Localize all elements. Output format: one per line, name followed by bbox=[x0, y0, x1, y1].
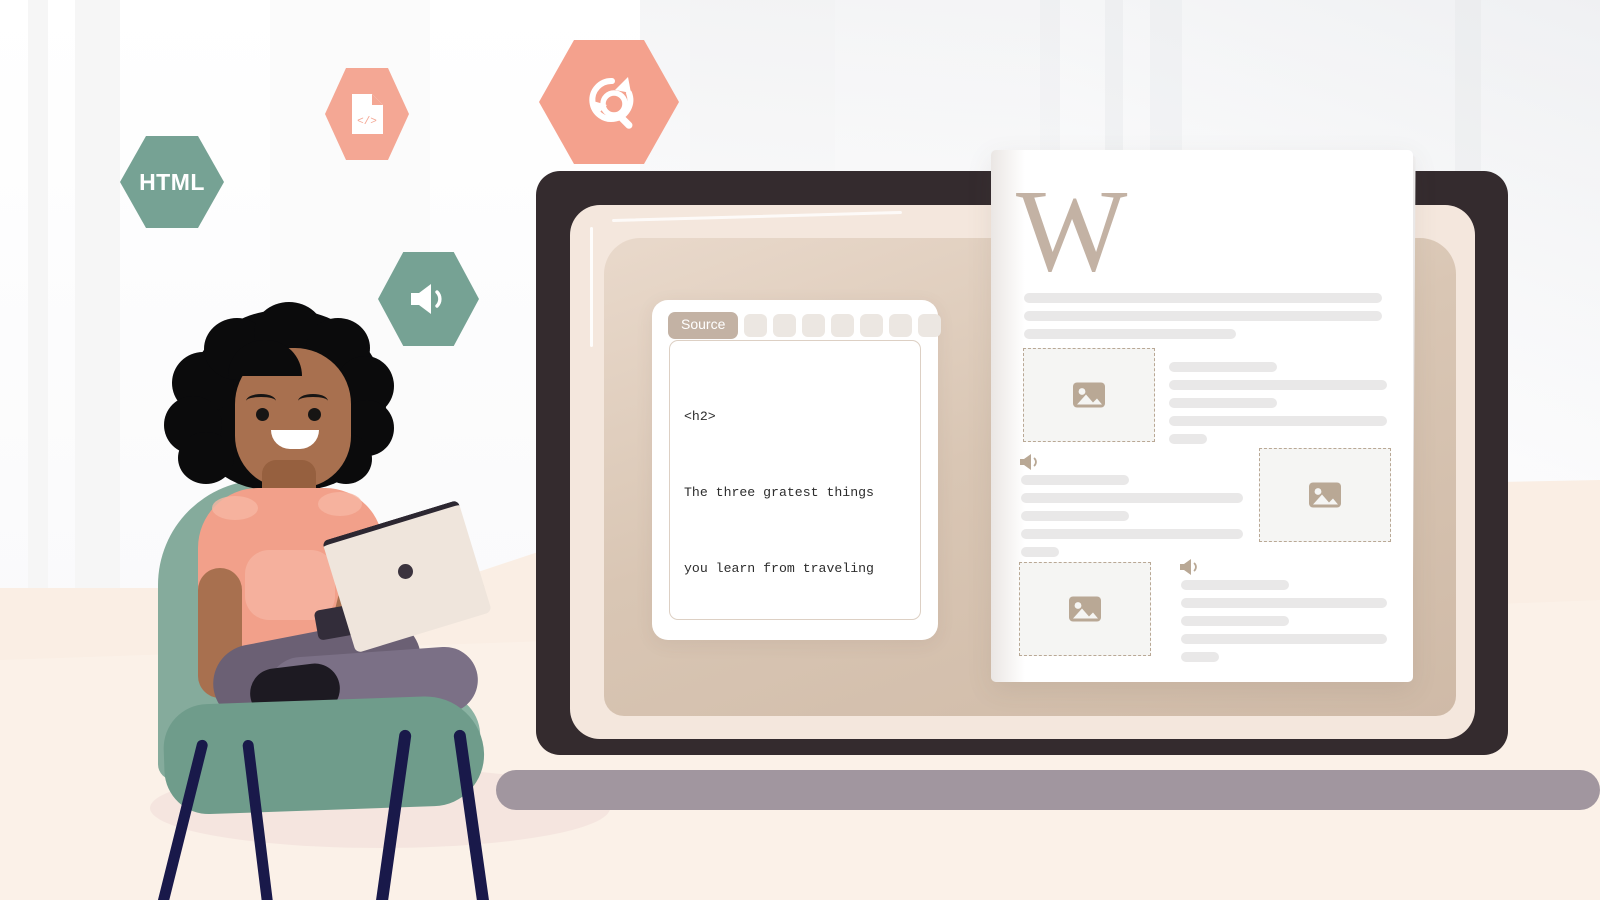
shoulder-highlight bbox=[212, 496, 258, 520]
eye-right bbox=[308, 408, 321, 421]
svg-text:</>: </> bbox=[357, 116, 377, 128]
text-bar bbox=[1021, 493, 1243, 503]
text-bar bbox=[1181, 634, 1387, 644]
image-icon bbox=[1309, 482, 1341, 508]
code-lines: <h2> The three gratest things you learn … bbox=[670, 341, 920, 619]
document-page[interactable]: W bbox=[991, 150, 1413, 682]
text-bar bbox=[1169, 416, 1387, 426]
hair-curl bbox=[178, 432, 234, 484]
text-bar bbox=[1169, 434, 1207, 444]
image-placeholder[interactable] bbox=[1023, 348, 1155, 442]
text-bar bbox=[1021, 529, 1243, 539]
text-bar bbox=[1169, 362, 1277, 372]
toolbar-button[interactable] bbox=[889, 313, 913, 337]
text-bar bbox=[1021, 511, 1129, 521]
text-bar bbox=[1169, 380, 1387, 390]
code-line: you learn from traveling bbox=[684, 560, 874, 576]
text-bar bbox=[1024, 329, 1236, 339]
image-placeholder[interactable] bbox=[1019, 562, 1151, 656]
toolbar-button[interactable] bbox=[918, 313, 942, 337]
chair-seat bbox=[162, 694, 486, 816]
text-bar bbox=[1181, 580, 1289, 590]
text-bar bbox=[1181, 616, 1289, 626]
text-bar bbox=[1169, 398, 1277, 408]
toolbar-button[interactable] bbox=[744, 313, 768, 337]
toolbar-button[interactable] bbox=[802, 313, 826, 337]
code-line: The three gratest things bbox=[684, 485, 874, 501]
shoulder-highlight bbox=[318, 492, 362, 516]
toolbar-button[interactable] bbox=[773, 313, 797, 337]
text-bar bbox=[1181, 652, 1219, 662]
text-bar bbox=[1021, 547, 1059, 557]
badge-html-label: HTML bbox=[139, 168, 205, 195]
code-file-icon: </> bbox=[352, 94, 383, 134]
tab-source[interactable]: Source bbox=[668, 312, 739, 339]
refresh-search-icon bbox=[589, 77, 634, 129]
image-icon bbox=[1073, 382, 1105, 408]
editor-toolbar: Source bbox=[668, 312, 942, 339]
illustration-canvas: HTML </> Source <h2> The three gratest t… bbox=[0, 0, 1600, 900]
speaker-icon[interactable] bbox=[1179, 558, 1201, 576]
text-bar bbox=[1024, 311, 1382, 321]
text-bar bbox=[1021, 475, 1129, 485]
laptop-base-bar bbox=[496, 770, 1600, 810]
laptop-logo-dot bbox=[398, 564, 413, 579]
person-illustration bbox=[150, 300, 520, 900]
text-bar bbox=[1181, 598, 1387, 608]
image-icon bbox=[1069, 596, 1101, 622]
eye-left bbox=[256, 408, 269, 421]
eyebrow-left bbox=[246, 394, 276, 408]
source-editor-window[interactable]: Source <h2> The three gratest things you… bbox=[652, 300, 942, 640]
code-line: <h2> bbox=[684, 409, 716, 425]
code-text-area[interactable]: <h2> The three gratest things you learn … bbox=[669, 340, 921, 620]
image-placeholder[interactable] bbox=[1259, 448, 1391, 542]
wiki-logo: W bbox=[1016, 165, 1128, 296]
toolbar-button[interactable] bbox=[860, 313, 884, 337]
text-bar bbox=[1024, 293, 1382, 303]
toolbar-button[interactable] bbox=[831, 313, 855, 337]
speaker-icon[interactable] bbox=[1019, 453, 1041, 471]
eyebrow-right bbox=[298, 394, 328, 408]
